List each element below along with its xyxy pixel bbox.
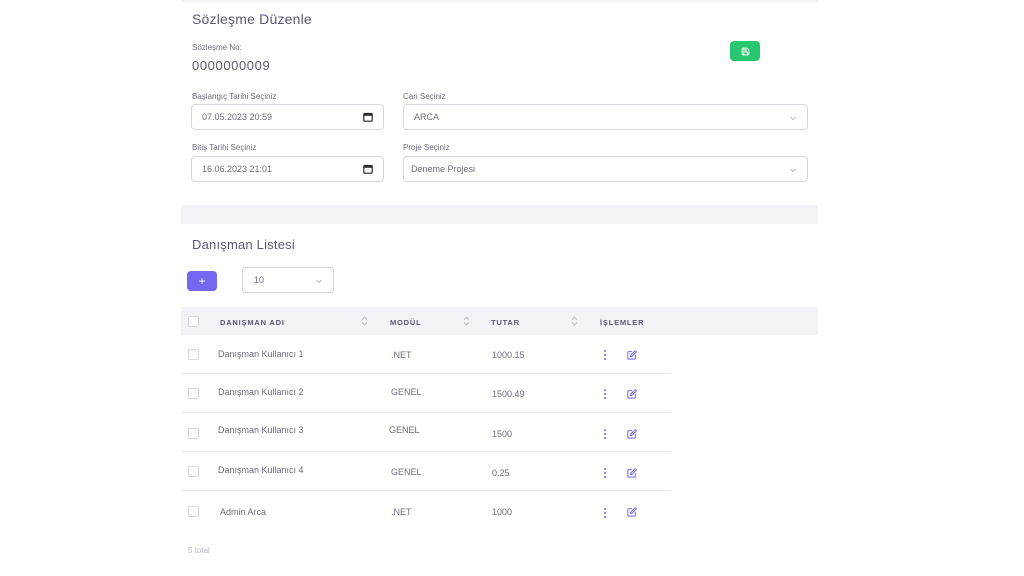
amount-cell: 1000 [492, 507, 513, 517]
end-date-value: 16.06.2023 21:01 [202, 164, 273, 174]
page-size-select[interactable]: 10 [242, 267, 334, 293]
more-vertical-icon[interactable] [602, 507, 608, 519]
consultant-list-title: Danışman Listesi [192, 237, 295, 252]
client-value: ARCA [414, 112, 440, 122]
total-count: 5 total [188, 546, 210, 555]
calendar-icon[interactable] [363, 164, 373, 174]
sort-icon[interactable] [463, 316, 470, 326]
edit-icon[interactable] [627, 507, 637, 517]
edit-icon[interactable] [627, 350, 637, 360]
consultant-name: Danışman Kullanıcı 1 [218, 349, 304, 359]
row-checkbox[interactable] [188, 506, 199, 517]
sort-icon[interactable] [361, 316, 368, 326]
chevron-down-icon [790, 168, 796, 173]
sort-icon[interactable] [571, 316, 578, 326]
page-title: Sözleşme Düzenle [192, 11, 312, 27]
row-checkbox[interactable] [188, 349, 199, 360]
save-icon [741, 47, 749, 55]
client-select[interactable]: ARCA [403, 104, 808, 130]
project-label: Proje Seçiniz [403, 143, 450, 152]
amount-cell: 1500.49 [492, 389, 525, 399]
module-cell: .NET [391, 507, 412, 517]
row-checkbox[interactable] [188, 388, 199, 399]
start-date-label: Başlangıç Tarihi Seçiniz [192, 92, 277, 101]
amount-cell: 0.25 [492, 468, 510, 478]
consultant-name: Admin Arca [220, 507, 267, 517]
project-select[interactable]: Deneme Projesi [403, 156, 808, 182]
end-date-input[interactable]: 16.06.2023 21:01 [191, 156, 384, 182]
table-row: Danışman Kullanıcı 2 GENEL 1500.49 [181, 374, 671, 413]
page-size-value: 10 [254, 275, 265, 285]
consultant-name: Danışman Kullanıcı 4 [218, 465, 304, 475]
amount-cell: 1000.15 [492, 350, 525, 360]
card-top-border [181, 0, 818, 2]
more-vertical-icon[interactable] [602, 349, 608, 361]
section-divider [181, 205, 818, 224]
save-button[interactable] [730, 41, 760, 61]
column-header-actions: İŞLEMLER [600, 318, 645, 327]
chevron-down-icon [790, 116, 796, 121]
add-consultant-button[interactable]: + [187, 271, 217, 291]
project-value: Deneme Projesi [411, 164, 476, 174]
row-checkbox[interactable] [188, 428, 199, 439]
row-checkbox[interactable] [188, 466, 199, 477]
table-row: Admin Arca .NET 1000 [181, 491, 671, 530]
start-date-input[interactable]: 07.05.2023 20:59 [191, 104, 384, 130]
edit-icon[interactable] [627, 468, 637, 478]
start-date-value: 07.05.2023 20:59 [202, 112, 273, 122]
more-vertical-icon[interactable] [602, 467, 608, 479]
client-label: Cari Seçiniz [403, 92, 446, 101]
edit-icon[interactable] [627, 389, 637, 399]
select-all-checkbox[interactable] [188, 316, 199, 327]
column-header-amount[interactable]: TUTAR [491, 318, 520, 327]
contract-no-label: Sözleşme No: [192, 43, 242, 52]
module-cell: .NET [391, 350, 412, 360]
more-vertical-icon[interactable] [602, 428, 608, 440]
column-header-name[interactable]: DANIŞMAN ADI [220, 318, 285, 327]
contract-no-value: 0000000009 [192, 58, 271, 73]
table-header: DANIŞMAN ADI MODÜL TUTAR İŞLEMLER [181, 307, 818, 335]
calendar-icon[interactable] [363, 112, 373, 122]
module-cell: GENEL [391, 387, 422, 397]
more-vertical-icon[interactable] [602, 388, 608, 400]
table-row: Danışman Kullanıcı 3 GENEL 1500 [181, 413, 671, 452]
consultant-name: Danışman Kullanıcı 2 [218, 387, 304, 397]
amount-cell: 1500 [492, 429, 513, 439]
table-row: Danışman Kullanıcı 1 .NET 1000.15 [181, 335, 671, 374]
consultant-name: Danışman Kullanıcı 3 [218, 425, 304, 435]
module-cell: GENEL [389, 425, 420, 435]
edit-icon[interactable] [627, 429, 637, 439]
column-header-module[interactable]: MODÜL [390, 318, 422, 327]
table-row: Danışman Kullanıcı 4 GENEL 0.25 [181, 452, 671, 491]
end-date-label: Bitiş Tarihi Seçiniz [192, 143, 257, 152]
module-cell: GENEL [391, 467, 422, 477]
chevron-down-icon [316, 279, 322, 284]
